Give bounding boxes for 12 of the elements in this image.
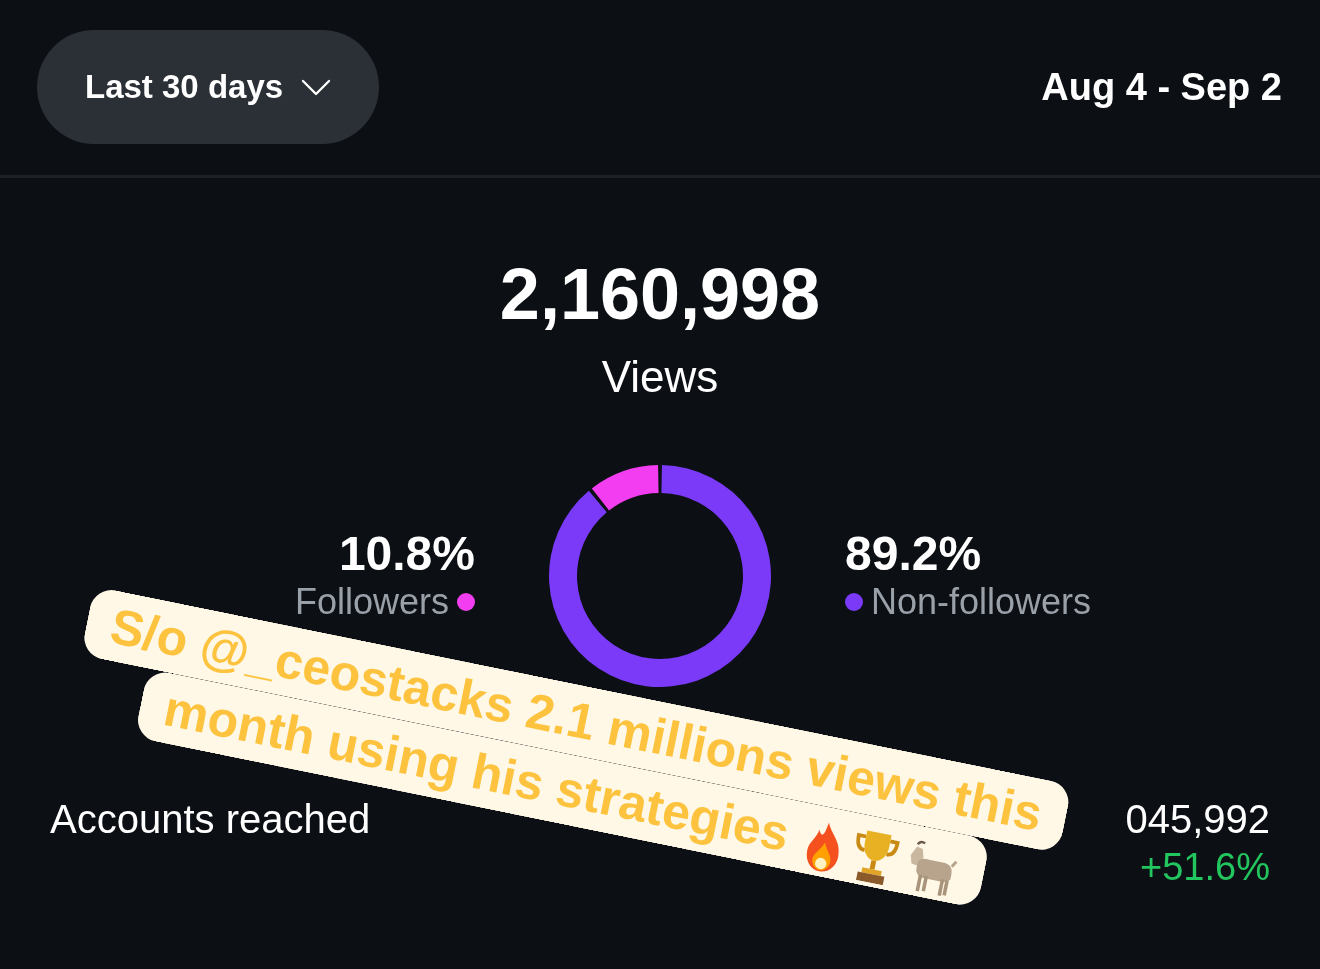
legend-label: Followers xyxy=(294,580,449,624)
date-range-label: Aug 4 - Sep 2 xyxy=(1041,68,1282,106)
legend-label: Non-followers xyxy=(871,580,1092,624)
metric-label: Accounts reached xyxy=(50,796,371,843)
metric-change: +51.6% xyxy=(1140,845,1270,890)
date-range-dropdown[interactable]: Last 30 days xyxy=(37,30,380,144)
percentage-value: 10.8% xyxy=(338,528,475,580)
metric-value: 045,992 xyxy=(1125,796,1270,843)
views-label: Views xyxy=(600,351,720,403)
views-total: 2,160,998 xyxy=(498,254,822,334)
percentage-value: 89.2% xyxy=(845,528,982,580)
chevron-down-icon xyxy=(301,78,332,96)
